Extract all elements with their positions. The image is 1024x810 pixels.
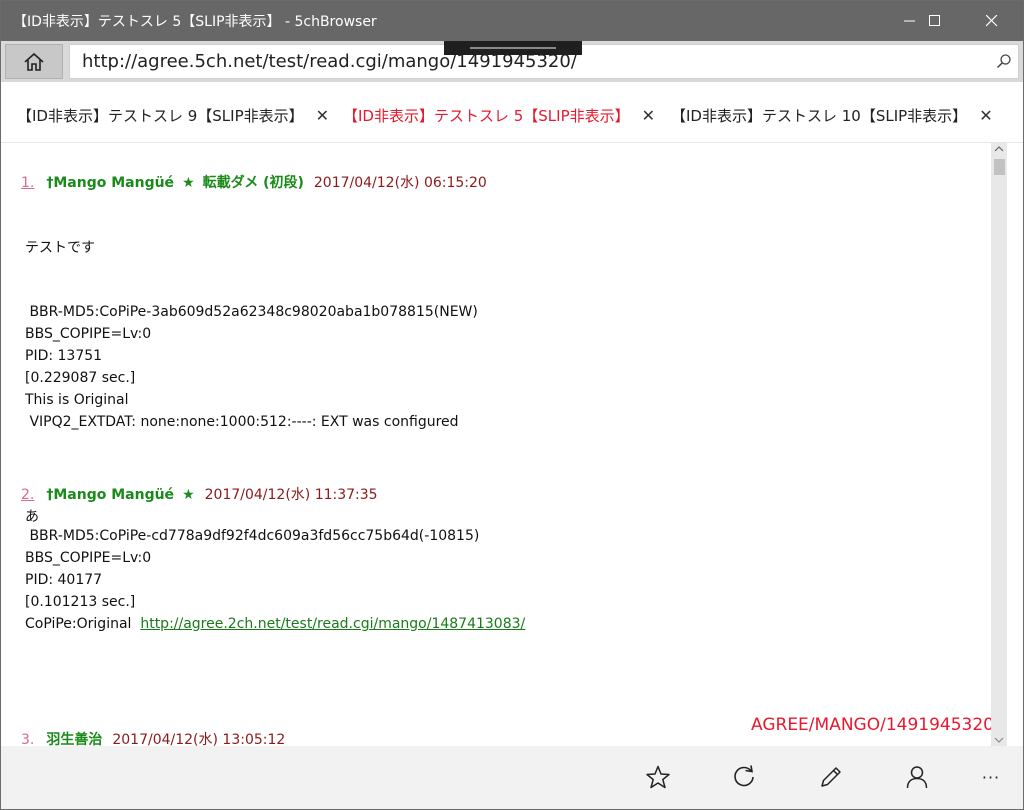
post-star: ★ — [182, 487, 195, 503]
maximize-button[interactable] — [912, 1, 958, 41]
more-button[interactable]: ··· — [971, 759, 1011, 795]
close-window-button[interactable] — [969, 1, 1015, 41]
pencil-icon — [821, 767, 841, 787]
scroll-down-icon[interactable] — [994, 736, 1004, 744]
tab-thread-9[interactable]: 【ID非表示】テストスレ 9【SLIP非表示】 ✕ — [17, 103, 329, 127]
post-link[interactable]: http://agree.2ch.net/test/read.cgi/mango… — [140, 616, 525, 632]
post-number[interactable]: 2. — [21, 487, 34, 503]
post-author: 羽生善治 — [46, 732, 103, 746]
account-button[interactable] — [897, 759, 937, 795]
post-star: ★ — [182, 175, 195, 191]
post-header: 2. †Mango Mangüé ★ 2017/04/12(水) 11:37:35 — [21, 484, 378, 504]
window-title: 【ID非表示】テストスレ 5【SLIP非表示】 - 5chBrowser — [13, 14, 377, 30]
maximize-icon — [929, 15, 940, 26]
post-line: PID: 13751 — [25, 348, 103, 364]
post-line: BBR-MD5:CoPiPe-3ab609d52a62348c98020aba1… — [25, 304, 478, 320]
post-line: [0.229087 sec.] — [25, 370, 136, 386]
person-icon — [906, 766, 928, 789]
tab-label: 【ID非表示】テストスレ 5【SLIP非表示】 — [343, 106, 630, 125]
refresh-button[interactable] — [724, 759, 764, 795]
scroll-thumb[interactable] — [994, 159, 1005, 175]
tab-bar: 【ID非表示】テストスレ 9【SLIP非表示】 ✕ 【ID非表示】テストスレ 5… — [1, 82, 1023, 143]
post-header: 3. 羽生善治 2017/04/12(水) 13:05:12 — [21, 729, 285, 746]
tab-label: 【ID非表示】テストスレ 10【SLIP非表示】 — [671, 106, 968, 125]
tab-thread-10[interactable]: 【ID非表示】テストスレ 10【SLIP非表示】 ✕ — [671, 103, 993, 127]
post-line: BBR-MD5:CoPiPe-cd778a9df92f4dc609a3fd56c… — [25, 528, 480, 544]
tab-close-icon[interactable]: ✕ — [642, 106, 655, 125]
favorite-button[interactable] — [638, 759, 678, 795]
scroll-up-icon[interactable] — [994, 145, 1004, 153]
home-button[interactable] — [5, 44, 63, 79]
post-line: VIPQ2_EXTDAT: none:none:1000:512:----: E… — [25, 414, 459, 430]
post-rank: 転載ダメ (初段) — [202, 175, 304, 191]
post-text: CoPiPe:Original — [25, 616, 141, 632]
refresh-icon — [734, 765, 754, 787]
browser-window: 【ID非表示】テストスレ 5【SLIP非表示】 - 5chBrowser htt… — [0, 0, 1024, 810]
post-date: 2017/04/12(水) 11:37:35 — [204, 487, 378, 503]
post-line: PID: 40177 — [25, 572, 103, 588]
post-author: †Mango Mangüé — [46, 487, 175, 503]
post-line: [0.101213 sec.] — [25, 594, 136, 610]
write-button[interactable] — [811, 759, 851, 795]
tab-close-icon[interactable]: ✕ — [979, 106, 992, 125]
post-line: This is Original — [25, 392, 129, 408]
scrollbar[interactable] — [991, 143, 1007, 746]
post-line: BBS_COPIPE=Lv:0 — [25, 550, 152, 566]
tab-thread-5[interactable]: 【ID非表示】テストスレ 5【SLIP非表示】 ✕ — [343, 103, 655, 127]
post-number[interactable]: 3. — [21, 732, 34, 746]
post-date: 2017/04/12(水) 13:05:12 — [112, 732, 286, 746]
more-icon: ··· — [981, 767, 1001, 787]
thread-id-label: AGREE/MANGO/1491945320 — [751, 715, 994, 735]
home-icon — [24, 52, 44, 71]
search-icon[interactable] — [996, 53, 1012, 69]
post-author: †Mango Mangüé — [46, 175, 175, 191]
tab-close-icon[interactable]: ✕ — [316, 106, 329, 125]
thread-content: 1. †Mango Mangüé ★ 転載ダメ (初段) 2017/04/12(水) 0… — [1, 143, 991, 746]
bottom-toolbar: ··· — [1, 746, 1023, 809]
post-header: 1. †Mango Mangüé ★ 転載ダメ (初段) 2017/04/12(水) 0… — [21, 172, 487, 192]
star-icon — [646, 765, 670, 789]
post-line: CoPiPe:Original http://agree.2ch.net/tes… — [25, 616, 525, 632]
post-line: BBS_COPIPE=Lv:0 — [25, 326, 152, 342]
tab-label: 【ID非表示】テストスレ 9【SLIP非表示】 — [17, 106, 304, 125]
post-line: テストです — [25, 240, 95, 256]
title-bar: 【ID非表示】テストスレ 5【SLIP非表示】 - 5chBrowser — [1, 1, 1023, 41]
drag-handle[interactable] — [444, 41, 582, 55]
close-icon — [986, 15, 998, 27]
post-line: あ — [25, 509, 39, 525]
post-number[interactable]: 1. — [21, 175, 34, 191]
post-date: 2017/04/12(水) 06:15:20 — [313, 175, 487, 191]
